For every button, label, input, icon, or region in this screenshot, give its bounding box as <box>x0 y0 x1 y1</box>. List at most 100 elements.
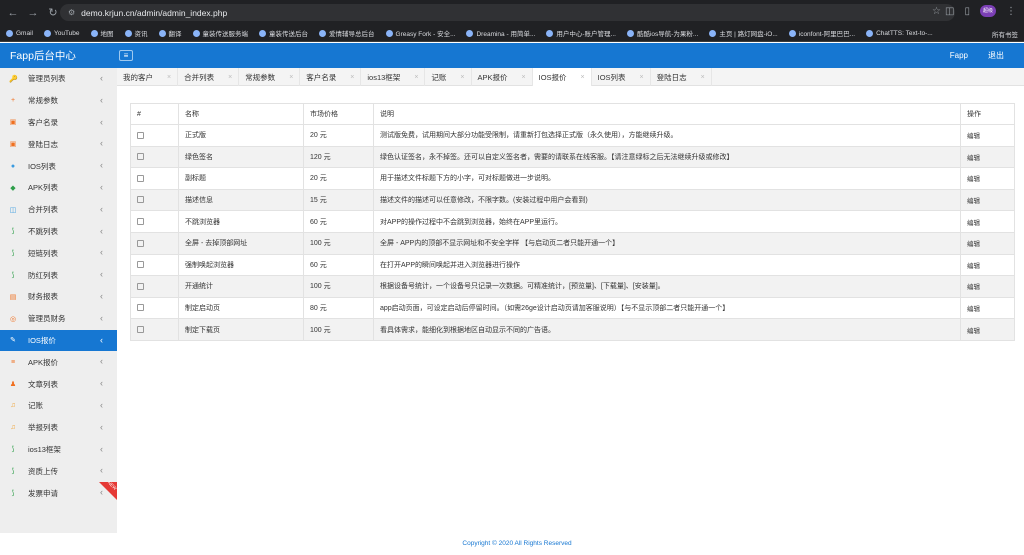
sidebar-item[interactable]: ⟆ 不跳列表 ‹ <box>0 221 117 243</box>
sidebar-item[interactable]: 🔑 管理员列表 ‹ <box>0 68 117 90</box>
bookmark-item[interactable]: 酷酷ios导航-为果粉... <box>626 28 698 38</box>
edit-link[interactable]: 编辑 <box>960 318 1015 341</box>
edit-link[interactable]: 编辑 <box>960 231 1015 255</box>
user-name[interactable]: Fapp <box>950 51 968 60</box>
tab[interactable]: 客户名录 × <box>300 68 362 86</box>
url-text: demo.krjun.cn/admin/admin_index.php <box>81 7 228 18</box>
row-name: 开通统计 <box>178 275 304 298</box>
row-image-cell <box>130 231 179 255</box>
bookmark-item[interactable]: 用户中心-账户管理... <box>546 28 616 38</box>
edit-link[interactable]: 编辑 <box>960 167 1015 190</box>
close-icon[interactable]: × <box>581 74 585 81</box>
tab[interactable]: IOS报价 × <box>532 68 592 86</box>
sidebar-item[interactable]: ≡ APK报价 ‹ <box>0 351 117 373</box>
close-icon[interactable]: × <box>289 74 293 81</box>
edit-link[interactable]: 编辑 <box>960 210 1015 233</box>
bookmark-item[interactable]: 爱情辅导总后台 <box>319 28 375 38</box>
bookmark-item[interactable]: 翻译 <box>158 28 182 38</box>
bookmark-item[interactable]: 资讯 <box>124 28 148 38</box>
sidebar-item[interactable]: ⟆ 资质上传 ‹ <box>0 460 117 482</box>
sidebar: 🔑 管理员列表 ‹ + 常规参数 ‹ ▣ 客户名录 ‹ ▣ 登陆日志 ‹ ● IOS列表 ‹ ◆ APK列表 ‹ ◫… <box>0 68 117 533</box>
bookmark-item[interactable]: 主页 | 路灯网盘-iO... <box>709 28 778 38</box>
sidebar-item[interactable]: ● IOS列表 ‹ <box>0 155 117 177</box>
tab[interactable]: IOS列表 × <box>592 68 651 86</box>
broken-image-icon <box>137 174 144 182</box>
browser-menu-icon[interactable]: ⋮ <box>1006 6 1016 17</box>
logout-link[interactable]: 退出 <box>988 50 1004 61</box>
bookmark-item[interactable]: 童装传送服务端 <box>192 28 248 38</box>
sidebar-item[interactable]: ▤ 财务报表 ‹ <box>0 286 117 308</box>
bookmark-label: YouTube <box>53 29 80 37</box>
sidebar-item[interactable]: ♟ 文章列表 ‹ <box>0 373 117 395</box>
bookmark-item[interactable]: 地图 <box>90 28 114 38</box>
chevron-left-icon: ‹ <box>100 160 103 171</box>
row-image-cell <box>130 188 179 212</box>
close-icon[interactable]: × <box>460 74 464 81</box>
close-icon[interactable]: × <box>228 74 232 81</box>
column-header: 市场价格 <box>303 103 374 125</box>
bookmark-star-icon[interactable]: ☆ <box>932 6 941 17</box>
sidebar-item[interactable]: ◆ APK列表 ‹ <box>0 177 117 199</box>
sidepanel-icon[interactable]: ▯ <box>964 6 970 17</box>
tab[interactable]: ios13框架 × <box>361 68 426 86</box>
bookmark-item[interactable]: iconfont-阿里巴巴... <box>788 28 855 38</box>
close-icon[interactable]: × <box>522 74 526 81</box>
edit-link[interactable]: 编辑 <box>960 253 1015 277</box>
bookmark-item[interactable]: 童装传送后台 <box>259 28 308 38</box>
price-table: # 名称 市场价格 说明 操作 正式版 20 元测试版免费，试用期间大部分功能受限制，请重… <box>130 103 1015 341</box>
forward-icon[interactable]: → <box>26 6 40 20</box>
edit-link[interactable]: 编辑 <box>960 188 1015 212</box>
sidebar-item[interactable]: + 常规参数 ‹ <box>0 90 117 112</box>
chevron-left-icon: ‹ <box>100 269 103 280</box>
close-icon[interactable]: × <box>414 74 418 81</box>
sidebar-item[interactable]: ⟆ 防红列表 ‹ <box>0 264 117 286</box>
sidebar-item-icon: ✎ <box>10 337 16 345</box>
sidebar-item[interactable]: ♫ 记账 ‹ <box>0 395 117 417</box>
close-icon[interactable]: × <box>350 74 354 81</box>
address-bar[interactable]: ⚙ demo.krjun.cn/admin/admin_index.php ☆ <box>60 4 955 21</box>
sidebar-item[interactable]: ⟆ 发票申请 ‹ NEW <box>0 480 117 504</box>
sidebar-item[interactable]: ▣ 客户名录 ‹ <box>0 112 117 134</box>
edit-link[interactable]: 编辑 <box>960 145 1015 169</box>
sidebar-item[interactable]: ✎ IOS报价 ‹ <box>0 329 117 352</box>
tab[interactable]: APK报价 × <box>472 68 533 86</box>
chevron-left-icon: ‹ <box>100 421 103 432</box>
back-icon[interactable]: ← <box>6 6 20 20</box>
sidebar-item[interactable]: ◎ 管理员财务 ‹ <box>0 308 117 330</box>
chevron-left-icon: ‹ <box>100 443 103 454</box>
edit-link[interactable]: 编辑 <box>960 124 1015 147</box>
bookmark-favicon-icon <box>43 29 51 37</box>
chevron-left-icon: ‹ <box>100 181 103 192</box>
profile-avatar[interactable]: 超级 <box>980 5 996 17</box>
bookmark-item[interactable]: Dreamina - 用简单... <box>466 28 535 38</box>
site-info-icon[interactable]: ⚙ <box>68 8 75 17</box>
bookmark-item[interactable]: Gmail <box>6 29 33 37</box>
menu-toggle-icon[interactable]: ≡ <box>119 50 133 61</box>
tab[interactable]: 登陆日志 × <box>651 68 712 86</box>
sidebar-item[interactable]: ▣ 登陆日志 ‹ <box>0 133 117 155</box>
sidebar-item[interactable]: ◫ 合并列表 ‹ <box>0 199 117 221</box>
tab[interactable]: 合并列表 × <box>178 68 240 86</box>
reload-icon[interactable]: ↻ <box>46 6 60 20</box>
sidebar-item[interactable]: ♫ 举报列表 ‹ <box>0 417 117 439</box>
all-bookmarks-link[interactable]: 所有书签 <box>992 29 1018 39</box>
tab[interactable]: 记账 × <box>425 68 472 86</box>
close-icon[interactable]: × <box>701 74 705 81</box>
row-price: 100 元 <box>303 275 374 298</box>
tab[interactable]: 常规参数 × <box>239 68 301 86</box>
edit-link[interactable]: 编辑 <box>960 296 1015 320</box>
sidebar-item-icon: + <box>10 97 16 105</box>
sidebar-item[interactable]: ⟆ ios13框架 ‹ <box>0 439 117 461</box>
row-name: 描述信息 <box>178 188 304 212</box>
extensions-icon[interactable]: ◫ <box>945 6 954 17</box>
close-icon[interactable]: × <box>640 74 644 81</box>
row-price: 60 元 <box>303 210 374 233</box>
sidebar-item[interactable]: ⟆ 短链列表 ‹ <box>0 242 117 264</box>
tab[interactable]: 我的客户 × <box>117 68 179 86</box>
bookmark-item[interactable]: Greasy Fork - 安全... <box>385 28 455 38</box>
row-price: 100 元 <box>303 231 374 255</box>
bookmark-item[interactable]: ChatTTS: Text-to-... <box>866 29 933 37</box>
close-icon[interactable]: × <box>167 74 171 81</box>
edit-link[interactable]: 编辑 <box>960 275 1015 298</box>
bookmark-item[interactable]: YouTube <box>43 29 80 37</box>
